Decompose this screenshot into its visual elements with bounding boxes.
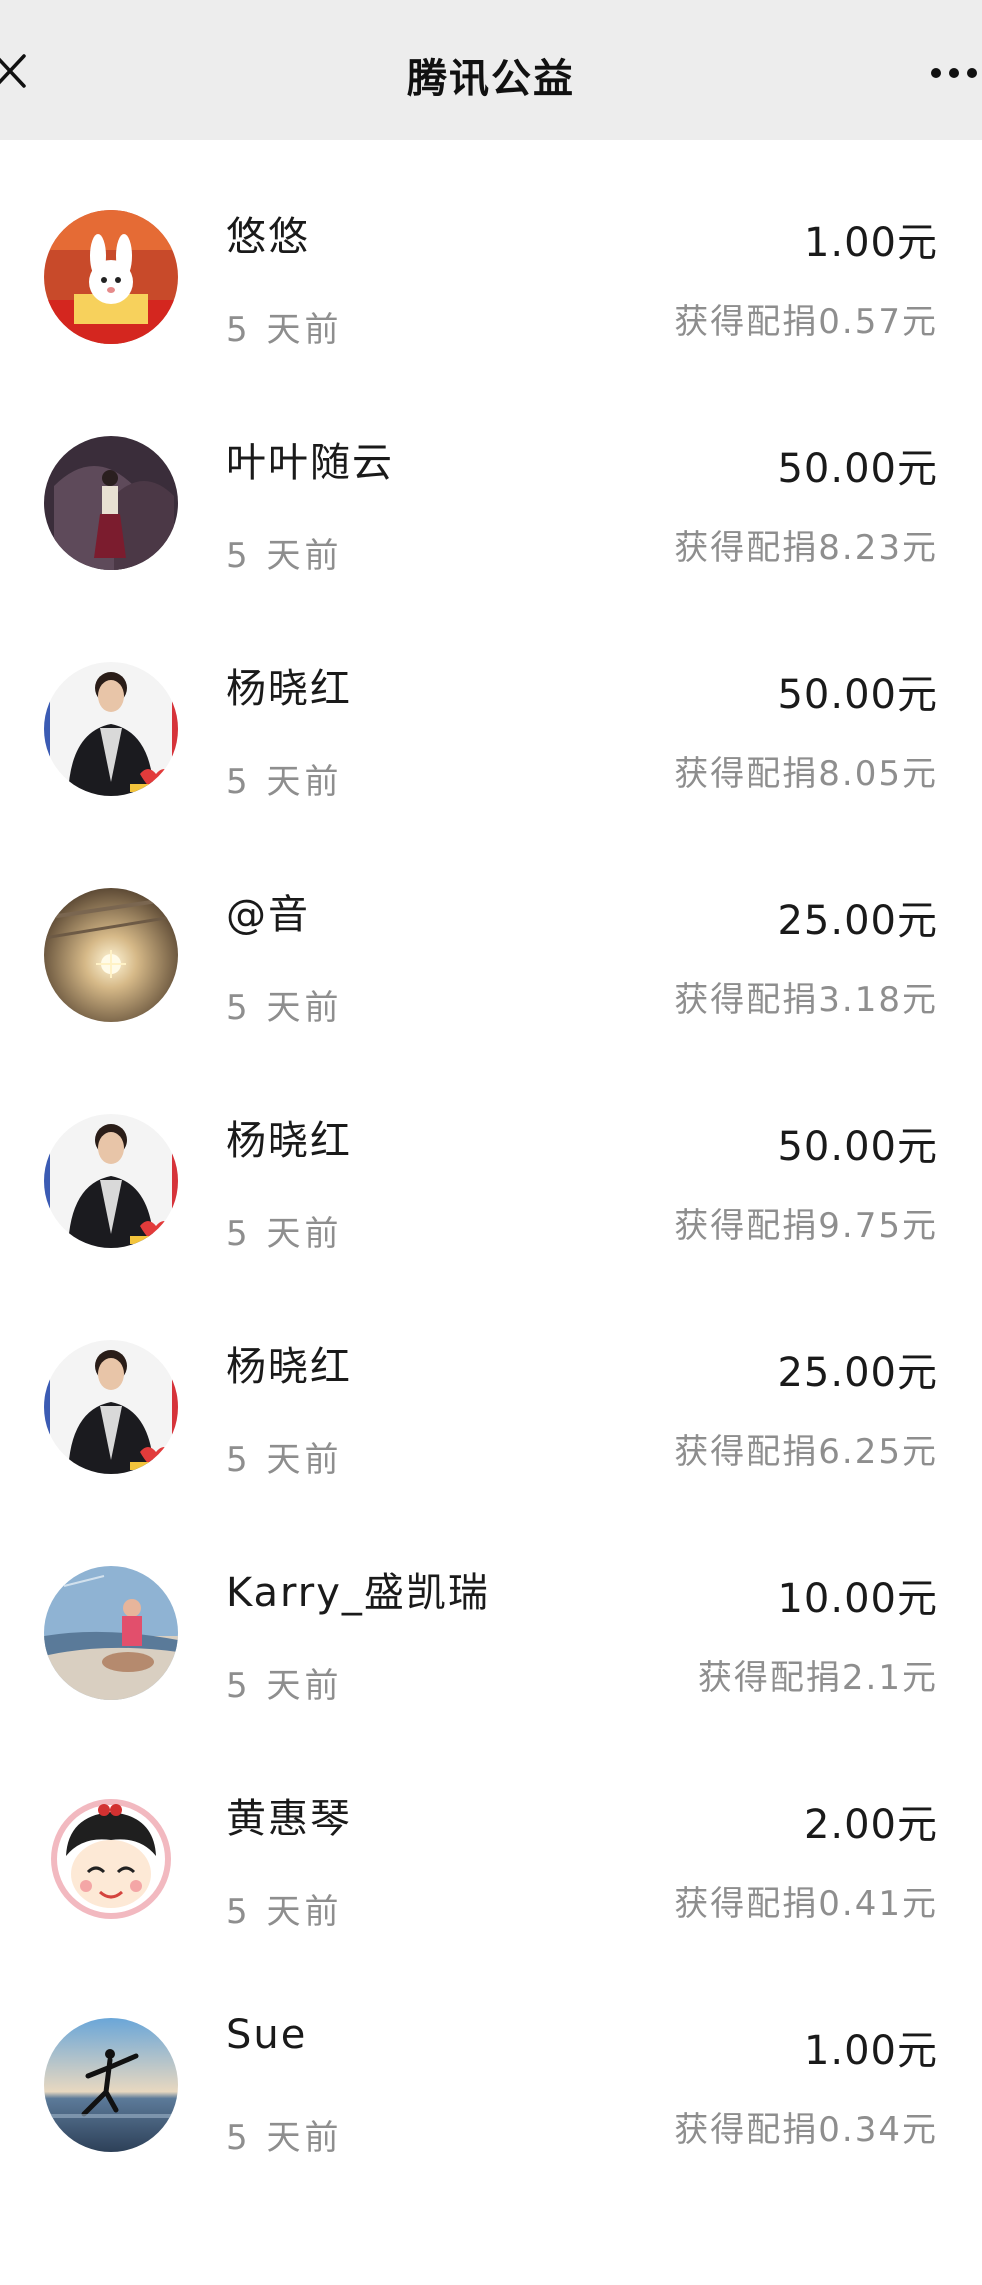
chandelier-avatar: [44, 888, 178, 1022]
donor-name: 叶叶随云: [226, 440, 394, 486]
matched-donation: 获得配捐3.18元: [674, 980, 938, 1020]
donation-amount: 25.00元: [777, 898, 938, 944]
matched-donation: 获得配捐8.05元: [674, 754, 938, 794]
donation-time: 5 天前: [226, 2118, 343, 2158]
donation-row[interactable]: 杨晓红 5 天前 50.00元 获得配捐9.75元: [0, 1044, 982, 1270]
matched-donation: 获得配捐2.1元: [697, 1658, 938, 1698]
donation-time: 5 天前: [226, 310, 343, 350]
donation-amount: 25.00元: [777, 1350, 938, 1396]
donation-row[interactable]: 杨晓红 5 天前 25.00元 获得配捐6.25元: [0, 1270, 982, 1496]
donor-name: 杨晓红: [226, 1344, 352, 1390]
donor-name: Sue: [226, 2012, 308, 2058]
donation-time: 5 天前: [226, 1666, 343, 1706]
more-icon[interactable]: [926, 62, 982, 84]
donor-name: @音: [226, 892, 310, 938]
matched-donation: 获得配捐0.41元: [674, 1884, 938, 1924]
donation-time: 5 天前: [226, 536, 343, 576]
woman-portrait-avatar: [44, 662, 178, 796]
donation-row[interactable]: 叶叶随云 5 天前 50.00元 获得配捐8.23元: [0, 366, 982, 592]
woman-archway-avatar: [44, 436, 178, 570]
donation-time: 5 天前: [226, 762, 343, 802]
donation-amount: 1.00元: [803, 2028, 938, 2074]
child-beach-avatar: [44, 1566, 178, 1700]
donation-row[interactable]: Sue 5 天前 1.00元 获得配捐0.34元: [0, 1948, 982, 2174]
matched-donation: 获得配捐6.25元: [674, 1432, 938, 1472]
cartoon-girl-avatar: [44, 1792, 178, 1926]
matched-donation: 获得配捐9.75元: [674, 1206, 938, 1246]
rabbit-avatar: [44, 210, 178, 344]
donation-amount: 50.00元: [777, 446, 938, 492]
donation-time: 5 天前: [226, 988, 343, 1028]
donation-time: 5 天前: [226, 1440, 343, 1480]
top-nav-bar: 腾讯公益: [0, 0, 982, 140]
donation-row[interactable]: 杨晓红 5 天前 50.00元 获得配捐8.05元: [0, 592, 982, 818]
page-title: 腾讯公益: [407, 56, 575, 102]
donation-amount: 1.00元: [803, 220, 938, 266]
donation-row[interactable]: @音 5 天前 25.00元 获得配捐3.18元: [0, 818, 982, 1044]
donation-list: 悠悠 5 天前 1.00元 获得配捐0.57元 叶叶随云 5 天前 50.00元…: [0, 140, 982, 2174]
donor-name: Karry_盛凯瑞: [226, 1570, 490, 1616]
woman-portrait-avatar: [44, 1114, 178, 1248]
matched-donation: 获得配捐8.23元: [674, 528, 938, 568]
donation-amount: 50.00元: [777, 1124, 938, 1170]
donor-name: 杨晓红: [226, 1118, 352, 1164]
donation-row[interactable]: Karry_盛凯瑞 5 天前 10.00元 获得配捐2.1元: [0, 1496, 982, 1722]
donation-amount: 10.00元: [777, 1576, 938, 1622]
donation-amount: 50.00元: [777, 672, 938, 718]
donor-name: 黄惠琴: [226, 1796, 352, 1842]
donor-name: 悠悠: [226, 214, 310, 260]
matched-donation: 获得配捐0.57元: [674, 302, 938, 342]
donation-time: 5 天前: [226, 1892, 343, 1932]
matched-donation: 获得配捐0.34元: [674, 2110, 938, 2150]
woman-portrait-avatar: [44, 1340, 178, 1474]
donation-amount: 2.00元: [803, 1802, 938, 1848]
donor-name: 杨晓红: [226, 666, 352, 712]
sunset-dancer-avatar: [44, 2018, 178, 2152]
donation-row[interactable]: 黄惠琴 5 天前 2.00元 获得配捐0.41元: [0, 1722, 982, 1948]
donation-row[interactable]: 悠悠 5 天前 1.00元 获得配捐0.57元: [0, 140, 982, 366]
donation-time: 5 天前: [226, 1214, 343, 1254]
